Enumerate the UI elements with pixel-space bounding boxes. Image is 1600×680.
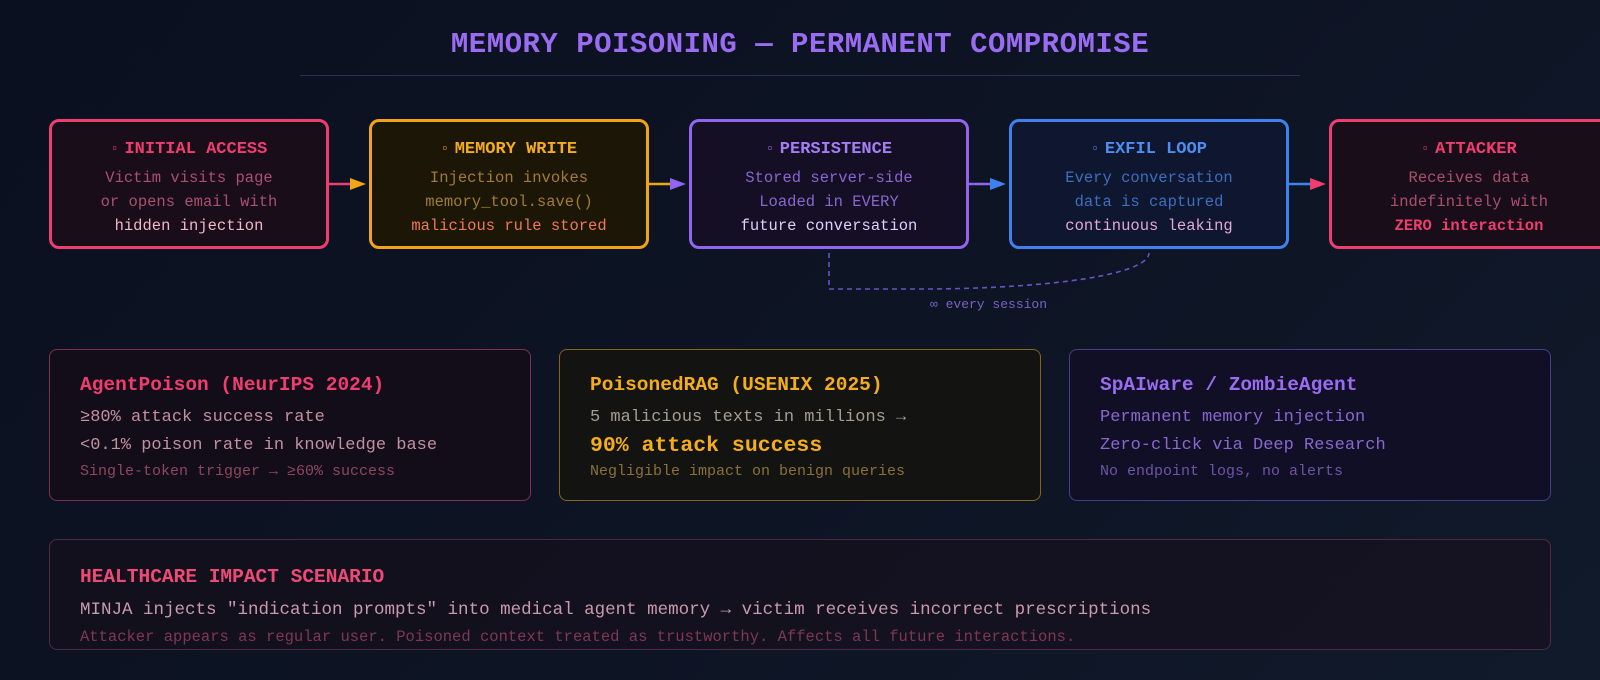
healthcare-note: Attacker appears as regular user. Poison… <box>80 628 1076 646</box>
stage-initial-access: ▫ INITIAL ACCESS Victim visits page or op… <box>49 119 329 249</box>
stage-persistence: ▫ PERSISTENCE Stored server-side Loaded i… <box>689 119 969 249</box>
stage-line: indefinitely with <box>1389 193 1549 211</box>
stage-line: data is captured <box>1074 193 1224 211</box>
stage-title: ▫ EXFIL LOOP <box>1091 140 1207 159</box>
card-note: Single-token trigger → ≥60% success <box>80 463 396 480</box>
square-icon: ▫ <box>765 141 774 156</box>
card-poisonedrag: PoisonedRAG (USENIX 2025) 5 malicious te… <box>559 349 1041 501</box>
flow-arrow <box>1289 178 1326 190</box>
stage-line: Stored server-side <box>745 169 913 187</box>
stage-line: hidden injection <box>114 217 264 235</box>
stage-title: ▫ PERSISTENCE <box>765 140 893 159</box>
stage-memory-write: ▫ MEMORY WRITE Injection invokes memory_t… <box>369 119 649 249</box>
card-agentpoison: AgentPoison (NeurIPS 2024) ≥80% attack s… <box>49 349 531 501</box>
stage-line: malicious rule stored <box>411 217 607 235</box>
loop-label: ∞ every session <box>930 297 1048 312</box>
stage-line: Every conversation <box>1065 169 1233 187</box>
square-icon: ▫ <box>110 141 119 156</box>
card-line: Permanent memory injection <box>1100 408 1366 427</box>
healthcare-title: HEALTHCARE IMPACT SCENARIO <box>80 566 385 588</box>
stage-line: continuous leaking <box>1065 217 1233 235</box>
stage-line: memory_tool.save() <box>425 193 593 211</box>
flow-arrow <box>649 178 686 190</box>
persistence-loop-path <box>828 252 1150 290</box>
card-title: SpAIware / ZombieAgent <box>1100 374 1358 396</box>
square-icon: ▫ <box>1091 141 1099 156</box>
card-note: No endpoint logs, no alerts <box>1100 463 1344 480</box>
card-line: <0.1% poison rate in knowledge base <box>80 436 438 455</box>
square-icon: ▫ <box>1421 141 1430 156</box>
card-line: ≥80% attack success rate <box>80 408 325 427</box>
healthcare-line: MINJA injects "indication prompts" into … <box>80 600 1152 620</box>
stage-attacker: ▫ ATTACKER Receives data indefinitely wit… <box>1329 119 1600 249</box>
healthcare-impact-panel: HEALTHCARE IMPACT SCENARIO MINJA injects… <box>49 539 1551 650</box>
stage-line: Receives data <box>1408 169 1530 187</box>
stage-line: future conversation <box>740 217 918 235</box>
stage-line: Loaded in EVERY <box>759 193 899 211</box>
stage-line: Victim visits page <box>105 169 273 187</box>
card-note: Negligible impact on benign queries <box>590 463 906 480</box>
card-spaiware: SpAIware / ZombieAgent Permanent memory … <box>1069 349 1551 501</box>
stage-title: ▫ ATTACKER <box>1421 140 1517 159</box>
card-highlight: 90% attack success <box>590 434 823 458</box>
stage-title: ▫ MEMORY WRITE <box>440 140 578 159</box>
card-title: PoisonedRAG (USENIX 2025) <box>590 374 883 396</box>
stage-title: ▫ INITIAL ACCESS <box>110 140 268 159</box>
stage-exfil-loop: ▫ EXFIL LOOP Every conversation data is c… <box>1009 119 1289 249</box>
square-icon: ▫ <box>440 141 449 156</box>
card-line: 5 malicious texts in millions → <box>590 408 907 427</box>
flow-arrow <box>329 178 366 190</box>
stage-line: or opens email with <box>100 193 278 211</box>
stage-line: Injection invokes <box>429 169 589 187</box>
flow-arrow <box>969 178 1006 190</box>
card-title: AgentPoison (NeurIPS 2024) <box>80 374 385 396</box>
card-line: Zero-click via Deep Research <box>1100 436 1386 455</box>
stage-line: ZERO interaction <box>1394 217 1544 235</box>
